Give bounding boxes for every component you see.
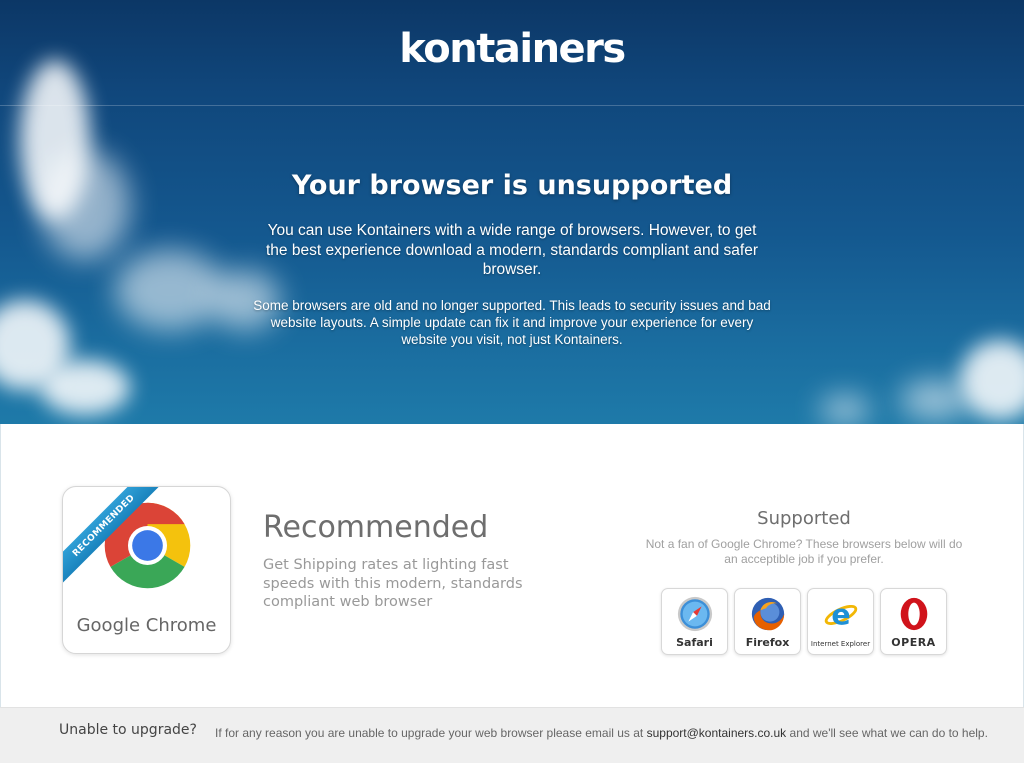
- cloud-decoration: [115, 250, 225, 330]
- footer-bar: Unable to upgrade? If for any reason you…: [0, 707, 1024, 763]
- internet-explorer-icon: e: [824, 598, 858, 631]
- opera-label: OPERA: [891, 636, 936, 649]
- footer-question: Unable to upgrade?: [59, 722, 197, 738]
- opera-icon: [900, 597, 928, 631]
- recommended-heading: Recommended: [263, 510, 489, 545]
- internet-explorer-label: Internet Explorer: [810, 640, 871, 648]
- hero-banner: kontainers Your browser is unsupported Y…: [0, 0, 1024, 424]
- firefox-icon: [751, 597, 785, 631]
- supported-description: Not a fan of Google Chrome? These browse…: [645, 537, 963, 566]
- recommended-description: Get Shipping rates at lighting fast spee…: [263, 557, 523, 610]
- footer-message: If for any reason you are unable to upgr…: [215, 726, 988, 740]
- internet-explorer-download-tile[interactable]: e Internet Explorer: [807, 588, 874, 655]
- kontainers-logo[interactable]: kontainers: [0, 26, 1024, 72]
- footer-message-before: If for any reason you are unable to upgr…: [215, 726, 647, 740]
- opera-download-tile[interactable]: OPERA: [880, 588, 947, 655]
- safari-download-tile[interactable]: Safari: [661, 588, 728, 655]
- svg-text:e: e: [831, 598, 850, 631]
- chrome-download-card[interactable]: RECOMMENDED Google Chrome: [62, 486, 231, 654]
- hero-intro-text: You can use Kontainers with a wide range…: [266, 222, 758, 278]
- cloud-decoration: [960, 340, 1024, 420]
- cloud-decoration: [820, 395, 870, 424]
- cloud-decoration: [900, 380, 970, 420]
- safari-label: Safari: [676, 636, 713, 649]
- site-header: kontainers: [0, 0, 1024, 106]
- firefox-label: Firefox: [745, 636, 790, 649]
- safari-icon: [677, 596, 713, 632]
- cloud-decoration: [40, 150, 130, 260]
- cloud-decoration: [40, 360, 130, 415]
- footer-message-after: and we'll see what we can do to help.: [786, 726, 988, 740]
- firefox-download-tile[interactable]: Firefox: [734, 588, 801, 655]
- support-email-link[interactable]: support@kontainers.co.uk: [647, 726, 787, 740]
- page-title: Your browser is unsupported: [291, 170, 733, 201]
- chrome-label: Google Chrome: [76, 615, 217, 636]
- supported-heading: Supported: [757, 508, 851, 529]
- hero-detail-text: Some browsers are old and no longer supp…: [253, 298, 771, 347]
